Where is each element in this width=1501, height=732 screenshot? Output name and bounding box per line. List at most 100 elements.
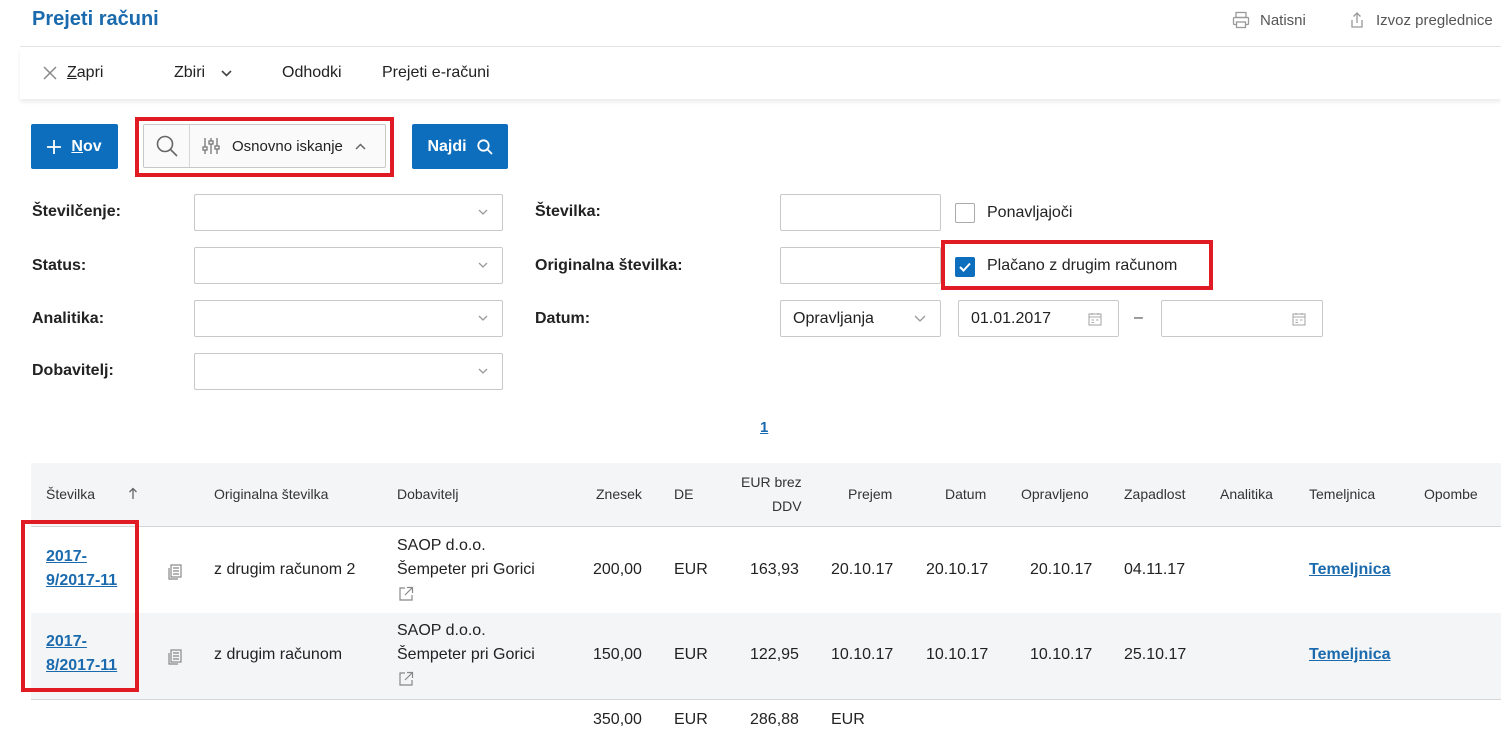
- column-date[interactable]: Datum: [945, 486, 986, 502]
- table-header: Številka Originalna številka Dobavitelj …: [31, 463, 1501, 527]
- numbering-label: Številčenje:: [32, 203, 121, 220]
- table-footer-divider: [31, 699, 1501, 700]
- date-label: Datum:: [535, 310, 591, 327]
- collections-label: Zbiri: [174, 64, 206, 81]
- column-original-number[interactable]: Originalna številka: [214, 486, 328, 502]
- external-link-icon[interactable]: [398, 671, 414, 687]
- journal-link[interactable]: Temeljnica: [1309, 558, 1391, 582]
- print-label: Natisni: [1260, 11, 1306, 29]
- export-label: Izvoz preglednice: [1376, 11, 1493, 29]
- column-performed[interactable]: Opravljeno: [1021, 486, 1089, 502]
- column-notes[interactable]: Opombe: [1424, 486, 1478, 502]
- chevron-down-icon: [478, 315, 488, 321]
- received-einvoices-link[interactable]: Prejeti e-računi: [382, 64, 490, 82]
- export-icon: [1351, 12, 1363, 28]
- chevron-up-icon: [355, 142, 366, 150]
- status-select[interactable]: [194, 247, 503, 284]
- column-received[interactable]: Prejem: [848, 486, 892, 502]
- paid-other-checkbox[interactable]: [955, 257, 975, 277]
- printer-icon: [1232, 11, 1250, 29]
- status-label: Status:: [32, 257, 87, 274]
- plus-icon: [47, 139, 62, 154]
- find-button[interactable]: Najdi: [412, 124, 508, 169]
- table-row[interactable]: 2017- 9/2017-11 z drugim računom 2 SAOP d…: [31, 528, 1501, 614]
- find-label: Najdi: [427, 137, 467, 155]
- column-amount[interactable]: Znesek: [596, 486, 642, 502]
- table-row[interactable]: 2017- 8/2017-11 z drugim računom SAOP d.o…: [31, 613, 1501, 699]
- total-currency: EUR: [674, 711, 708, 728]
- date-cell: 10.10.17: [926, 646, 989, 663]
- date-to-input[interactable]: [1161, 300, 1323, 337]
- new-button[interactable]: Nov: [31, 124, 118, 169]
- journal-link[interactable]: Temeljnica: [1309, 643, 1391, 667]
- total-amount: 350,00: [593, 711, 642, 728]
- page-title: Prejeti računi: [32, 8, 159, 30]
- toolbar: Zapri Zbiri Odhodki Prejeti e-računi: [20, 47, 1501, 99]
- paid-other-label: Plačano z drugim računom: [987, 257, 1178, 274]
- due-cell: 04.11.17: [1124, 561, 1186, 578]
- filter-sliders-icon: [202, 138, 220, 154]
- analytics-label: Analitika:: [32, 310, 105, 327]
- external-link-icon[interactable]: [398, 586, 414, 602]
- received-cell: 20.10.17: [831, 561, 894, 578]
- currency-cell: EUR: [674, 646, 708, 663]
- new-label: Nov: [71, 137, 102, 155]
- recurring-checkbox[interactable]: [955, 203, 975, 223]
- number-label: Številka:: [535, 203, 601, 220]
- column-eur-net-line2[interactable]: DDV: [772, 498, 802, 514]
- search-icon-area[interactable]: [144, 125, 190, 167]
- column-number[interactable]: Številka: [46, 486, 95, 502]
- export-spreadsheet-button[interactable]: Izvoz preglednice: [1348, 11, 1493, 29]
- date-cell: 20.10.17: [926, 561, 989, 578]
- received-cell: 10.10.17: [831, 646, 894, 663]
- search-icon: [156, 135, 178, 157]
- collections-dropdown[interactable]: Zbiri: [174, 64, 232, 82]
- close-label: Zapri: [67, 64, 104, 81]
- sort-ascending-icon[interactable]: [128, 487, 138, 500]
- total-eur-net-currency: EUR: [831, 711, 865, 728]
- close-button[interactable]: Zapri: [43, 64, 103, 82]
- performed-cell: 10.10.17: [1030, 646, 1093, 663]
- document-copy-icon[interactable]: [168, 564, 182, 580]
- date-type-select[interactable]: Opravljanja: [780, 300, 941, 337]
- column-journal[interactable]: Temeljnica: [1309, 486, 1375, 502]
- document-copy-icon[interactable]: [168, 649, 182, 665]
- recurring-label: Ponavljajoči: [987, 204, 1073, 221]
- column-supplier[interactable]: Dobavitelj: [397, 486, 458, 502]
- date-from-input[interactable]: 01.01.2017: [958, 300, 1119, 337]
- chevron-down-icon: [478, 209, 488, 215]
- search-mode-toggle[interactable]: Osnovno iskanje: [143, 124, 386, 168]
- supplier-select[interactable]: [194, 353, 503, 390]
- original-number-input[interactable]: [780, 247, 941, 284]
- date-type-value: Opravljanja: [793, 310, 874, 327]
- date-from-value: 01.01.2017: [971, 310, 1052, 327]
- checkmark-icon: [959, 262, 971, 272]
- calendar-icon[interactable]: [1088, 312, 1102, 326]
- eur-net-cell: 122,95: [750, 646, 799, 663]
- search-icon: [476, 138, 493, 155]
- chevron-down-icon: [478, 368, 488, 374]
- original-number-label: Originalna številka:: [535, 257, 683, 274]
- number-input[interactable]: [780, 194, 941, 231]
- currency-cell: EUR: [674, 561, 708, 578]
- column-eur-net-line1[interactable]: EUR brez: [741, 474, 802, 490]
- performed-cell: 20.10.17: [1030, 561, 1093, 578]
- amount-cell: 150,00: [593, 646, 642, 663]
- deductions-link[interactable]: Odhodki: [282, 64, 342, 82]
- due-cell: 25.10.17: [1124, 646, 1187, 663]
- analytics-select[interactable]: [194, 300, 503, 337]
- search-mode-label: Osnovno iskanje: [232, 137, 343, 155]
- pager-page-1[interactable]: 1: [760, 419, 768, 436]
- supplier-cell: SAOP d.o.o. Šempeter pri Gorici: [397, 622, 535, 663]
- supplier-cell: SAOP d.o.o. Šempeter pri Gorici: [397, 537, 535, 578]
- chevron-down-icon: [221, 69, 232, 77]
- original-number-cell: z drugim računom: [214, 646, 343, 663]
- calendar-icon[interactable]: [1292, 312, 1306, 326]
- print-button[interactable]: Natisni: [1232, 11, 1306, 29]
- numbering-select[interactable]: [194, 194, 503, 231]
- column-currency[interactable]: DE: [674, 486, 693, 502]
- highlight-frame-numbers: [21, 520, 139, 692]
- column-analytics[interactable]: Analitika: [1220, 486, 1273, 502]
- column-due[interactable]: Zapadlost: [1124, 486, 1185, 502]
- eur-net-cell: 163,93: [750, 561, 799, 578]
